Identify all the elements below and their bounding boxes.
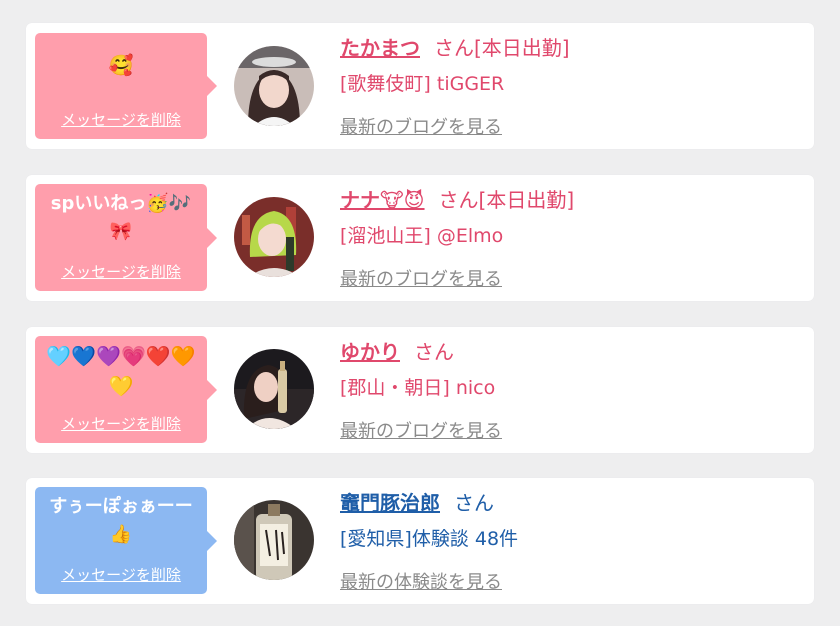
user-info: たかまつ さん[本日出勤] [歌舞伎町] tiGGER 最新のブログを見る [340,35,570,139]
message-text: 🩵💙💜💗❤️🧡💛 [35,336,207,402]
user-name-link[interactable]: ナナ🐮😈 [340,188,425,212]
honorific-status: さん[本日出勤] [438,188,575,212]
latest-blog-link[interactable]: 最新のブログを見る [340,113,502,139]
list-item: spいいねっ🥳🎶🎀 メッセージを削除 ナナ🐮😈 さん[本日出勤] [溜池山王] @… [26,175,814,301]
user-name-link[interactable]: たかまつ [340,36,420,60]
list-item: すぅーぽぉぁーー👍 メッセージを削除 竈門豚治郎 さん [愛知県]体験談 48件 … [26,478,814,604]
review-info: [愛知県]体験談 48件 [340,528,519,550]
green-hair-woman-icon [234,197,314,277]
avatar[interactable] [234,349,314,429]
sake-bottle-icon [234,500,314,580]
message-bubble: 🥰 メッセージを削除 [35,33,217,139]
user-name-link[interactable]: ゆかり [340,340,400,364]
user-info: ナナ🐮😈 さん[本日出勤] [溜池山王] @Elmo 最新のブログを見る [340,187,574,291]
message-bubble: すぅーぽぉぁーー👍 メッセージを削除 [35,487,217,594]
name-line: ゆかり さん [340,339,502,365]
user-info: ゆかり さん [郡山・朝日] nico 最新のブログを見る [340,339,502,443]
message-text: spいいねっ🥳🎶🎀 [35,184,207,246]
woman-with-bottle-icon [234,349,314,429]
name-line: 竈門豚治郎 さん [340,490,518,516]
shop-info: [溜池山王] @Elmo [340,225,504,247]
shop-info: [郡山・朝日] nico [340,377,496,399]
delete-message-link[interactable]: メッセージを削除 [35,413,207,434]
message-list: 🥰 メッセージを削除 たかまつ さん[本日出勤] [歌舞伎町] tiGGER 最新… [0,0,840,626]
message-emoji: 🥰 [108,53,134,77]
shop-info: [歌舞伎町] tiGGER [340,73,505,95]
delete-message-link[interactable]: メッセージを削除 [35,261,207,282]
list-item: 🩵💙💜💗❤️🧡💛 メッセージを削除 ゆかり さん [郡山・朝日] nico 最新の… [26,327,814,453]
user-info: 竈門豚治郎 さん [愛知県]体験談 48件 最新の体験談を見る [340,490,518,594]
message-text: すぅーぽぉぁーー👍 [35,487,207,549]
message-content: spいいねっ🥳🎶🎀 [50,193,192,242]
user-name-link[interactable]: 竈門豚治郎 [340,491,440,515]
latest-blog-link[interactable]: 最新のブログを見る [340,265,502,291]
honorific-status: さん [454,491,494,515]
avatar[interactable] [234,46,314,126]
list-item: 🥰 メッセージを削除 たかまつ さん[本日出勤] [歌舞伎町] tiGGER 最新… [26,23,814,149]
avatar[interactable] [234,197,314,277]
latest-blog-link[interactable]: 最新のブログを見る [340,417,502,443]
name-line: たかまつ さん[本日出勤] [340,35,570,61]
avatar[interactable] [234,500,314,580]
message-emoji: 🩵💙💜💗❤️🧡💛 [46,344,196,398]
woman-portrait-icon [234,46,314,126]
honorific-status: さん [414,340,454,364]
message-content: すぅーぽぉぁーー👍 [49,496,193,545]
message-text: 🥰 [35,33,207,81]
honorific-status: さん[本日出勤] [434,36,570,60]
latest-review-link[interactable]: 最新の体験談を見る [340,568,502,594]
delete-message-link[interactable]: メッセージを削除 [35,109,207,130]
delete-message-link[interactable]: メッセージを削除 [35,564,207,585]
message-bubble: spいいねっ🥳🎶🎀 メッセージを削除 [35,184,217,291]
message-bubble: 🩵💙💜💗❤️🧡💛 メッセージを削除 [35,336,217,443]
name-line: ナナ🐮😈 さん[本日出勤] [340,187,574,213]
